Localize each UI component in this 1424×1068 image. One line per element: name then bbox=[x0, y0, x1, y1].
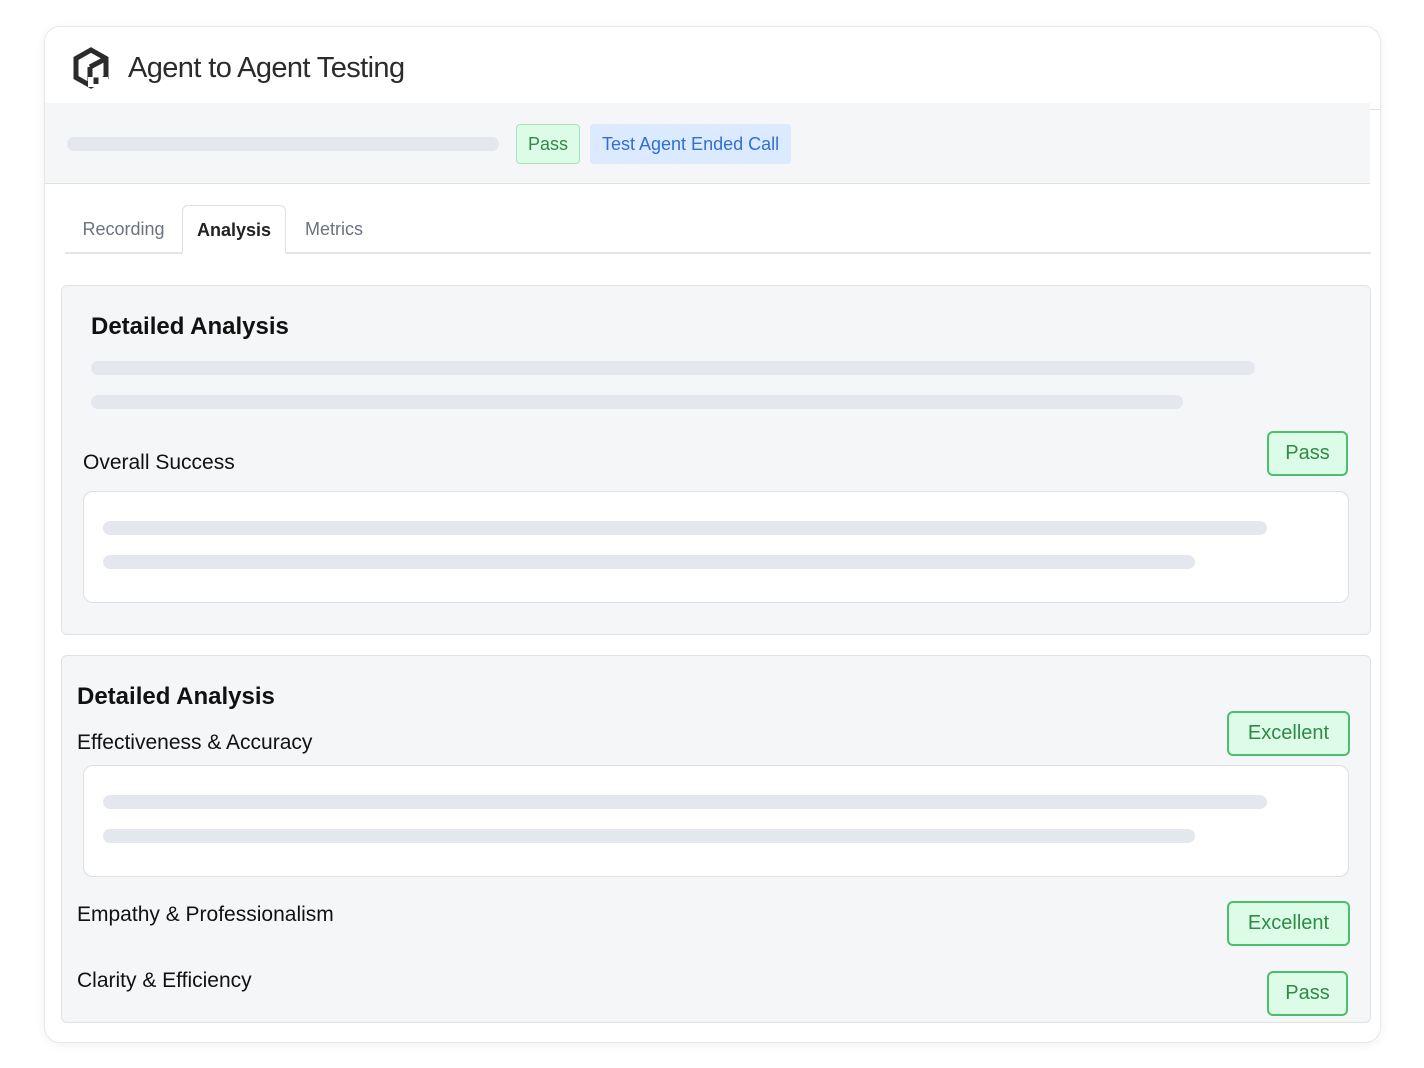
metric-detail bbox=[83, 765, 1349, 877]
tab-metrics[interactable]: Metrics bbox=[286, 205, 382, 254]
metric-label: Effectiveness & Accuracy bbox=[77, 731, 313, 754]
section-title: Detailed Analysis bbox=[77, 683, 275, 710]
app-title: Agent to Agent Testing bbox=[128, 52, 405, 84]
overall-success-detail bbox=[83, 491, 1349, 603]
tab-bar: Recording Analysis Metrics bbox=[65, 205, 1371, 254]
metric-analysis-panel: Detailed Analysis Effectiveness & Accura… bbox=[61, 655, 1371, 1023]
summary-placeholder-line bbox=[91, 395, 1183, 409]
metric-label: Clarity & Efficiency bbox=[77, 969, 252, 992]
metric-rating-badge: Excellent bbox=[1227, 711, 1350, 756]
hexagon-logo-icon bbox=[73, 47, 109, 89]
result-pass-badge: Pass bbox=[516, 124, 581, 164]
tab-recording[interactable]: Recording bbox=[65, 205, 182, 254]
overall-success-badge: Pass bbox=[1267, 431, 1348, 476]
main-card: Agent to Agent Testing Pass Test Agent E… bbox=[44, 26, 1381, 1043]
metric-label: Empathy & Professionalism bbox=[77, 903, 334, 926]
detailed-analysis-panel: Detailed Analysis Overall Success Pass bbox=[61, 285, 1371, 635]
section-title: Detailed Analysis bbox=[91, 313, 289, 340]
detail-placeholder-line bbox=[103, 521, 1267, 535]
app-header: Agent to Agent Testing bbox=[45, 27, 1380, 103]
detail-placeholder-line bbox=[103, 555, 1195, 569]
test-name-placeholder bbox=[67, 137, 499, 151]
summary-placeholder-line bbox=[91, 361, 1255, 375]
tab-analysis[interactable]: Analysis bbox=[182, 205, 286, 254]
end-reason-badge: Test Agent Ended Call bbox=[590, 124, 792, 164]
detail-placeholder-line bbox=[103, 795, 1267, 809]
divider bbox=[1370, 109, 1380, 110]
overall-success-label: Overall Success bbox=[83, 451, 235, 474]
detail-placeholder-line bbox=[103, 829, 1195, 843]
test-status-bar: Pass Test Agent Ended Call bbox=[45, 103, 1370, 184]
metric-rating-badge: Pass bbox=[1267, 971, 1348, 1016]
metric-rating-badge: Excellent bbox=[1227, 901, 1350, 946]
